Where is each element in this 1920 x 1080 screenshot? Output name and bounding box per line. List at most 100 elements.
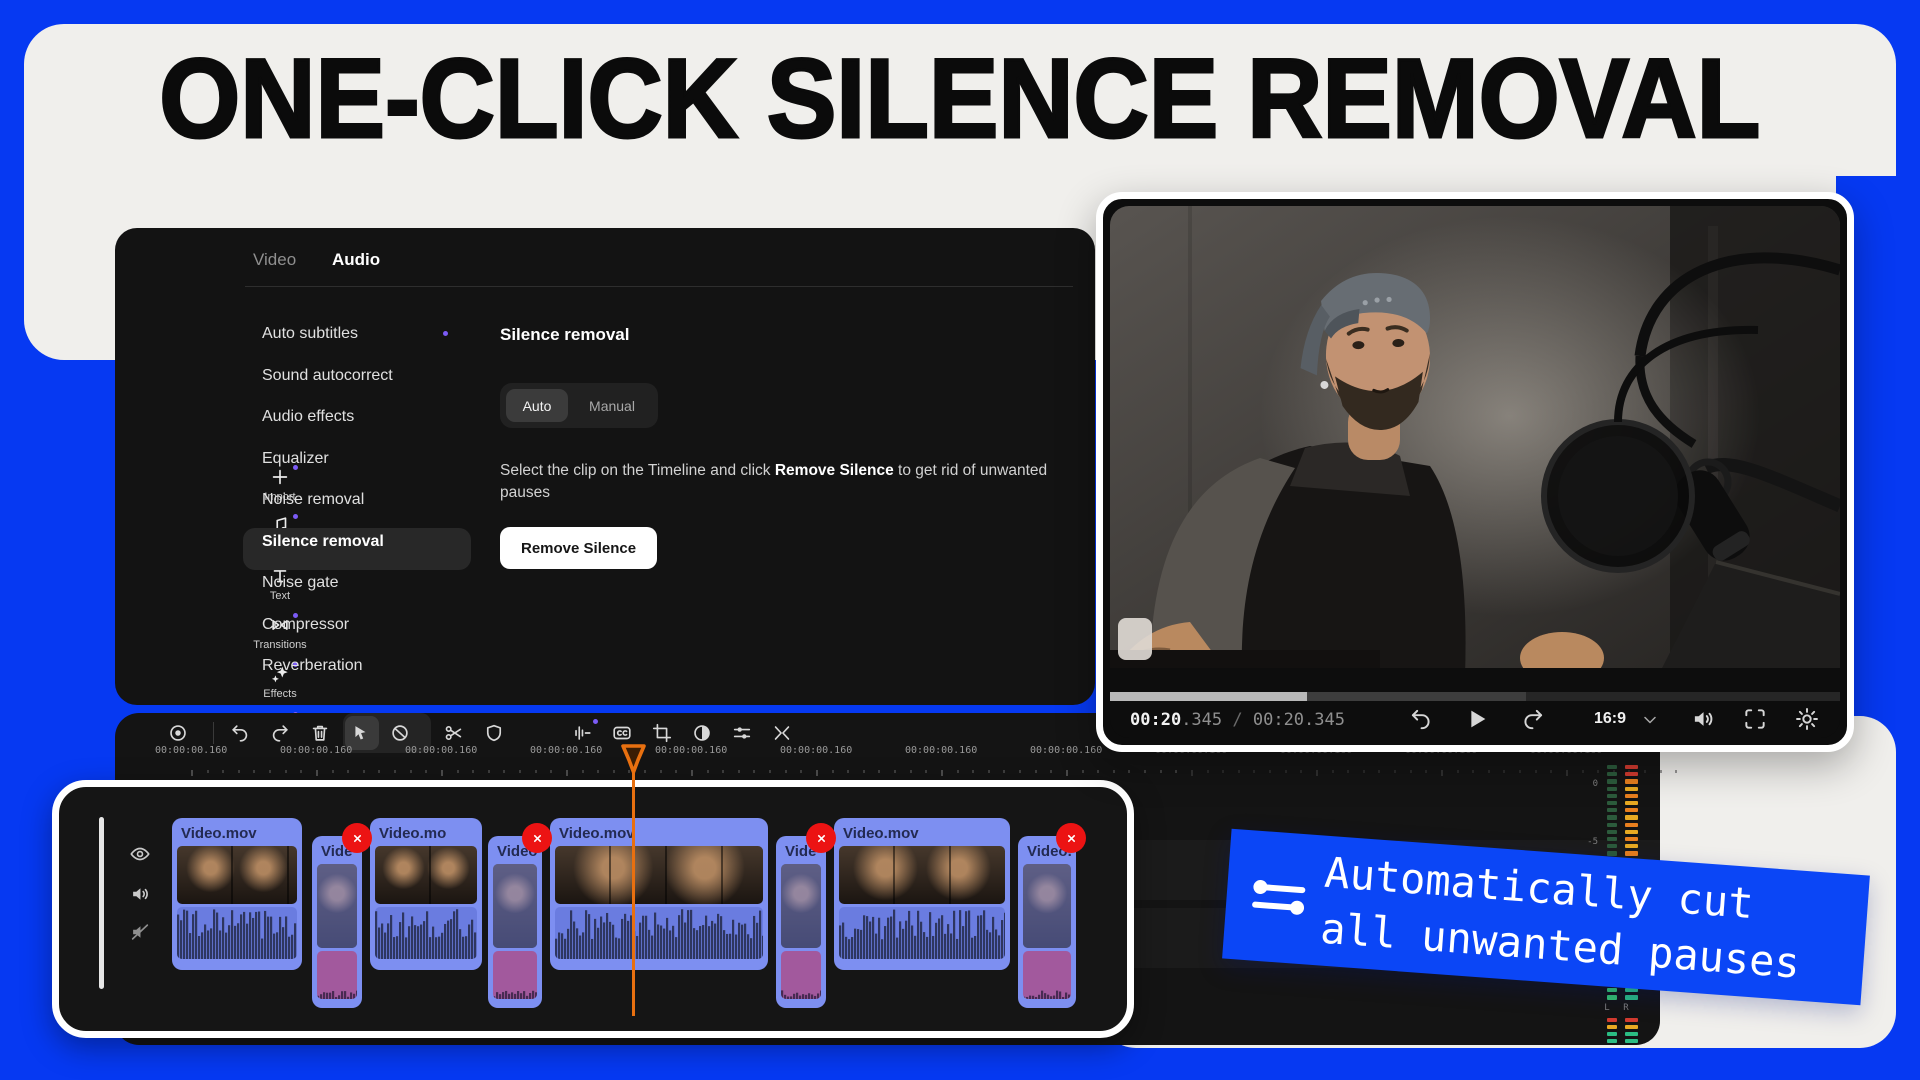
menu-item-noise-gate[interactable]: Noise gate — [262, 574, 339, 592]
ruler-tick — [1550, 770, 1552, 773]
remove-clip-x-button[interactable] — [522, 823, 552, 853]
meter-segment-right — [1625, 823, 1638, 827]
timeline-clip-speech[interactable]: Video.mo — [370, 818, 482, 970]
ruler-tick — [769, 770, 771, 773]
silence-waveform-icon[interactable] — [571, 722, 593, 744]
ruler-tick — [1160, 770, 1162, 773]
tabs-divider — [245, 286, 1073, 287]
ruler-tick — [269, 770, 271, 773]
remove-silence-button[interactable]: Remove Silence — [500, 527, 657, 569]
new-feature-dot — [293, 514, 298, 519]
trash-icon[interactable] — [309, 722, 331, 744]
timeline-clip-silence[interactable]: Video. — [1018, 836, 1076, 1008]
video-frame-podcaster[interactable] — [1110, 206, 1840, 676]
contrast-icon[interactable] — [691, 722, 713, 744]
crop-icon[interactable] — [651, 722, 673, 744]
track-handle-bar[interactable] — [99, 817, 104, 989]
meter-segment-left — [1607, 851, 1617, 855]
ruler-tick — [988, 770, 990, 773]
captions-icon[interactable] — [611, 722, 633, 744]
volume-icon[interactable] — [129, 883, 151, 905]
redo-icon[interactable] — [269, 722, 291, 744]
player-play-icon[interactable] — [1462, 705, 1490, 733]
clip-thumbnail — [375, 846, 477, 904]
scissors-icon[interactable] — [443, 722, 465, 744]
menu-item-audio-effects[interactable]: Audio effects — [262, 408, 354, 426]
chevron-down-icon[interactable] — [1640, 710, 1660, 730]
page: { "page": { "heading": "ONE-CLICK SILENC… — [0, 0, 1920, 1080]
ruler-tick — [1519, 770, 1521, 773]
ruler-tick — [1238, 770, 1240, 773]
menu-item-auto-subtitles[interactable]: Auto subtitles — [262, 325, 358, 343]
ruler-timestamp: 00:00:00.160 — [905, 745, 977, 756]
menu-item-reverberation[interactable]: Reverberation — [262, 657, 363, 675]
player-settings-gear-icon[interactable] — [1794, 706, 1820, 732]
remove-clip-x-button[interactable] — [806, 823, 836, 853]
tab-video[interactable]: Video — [253, 250, 296, 270]
ruler-tick — [1660, 770, 1662, 773]
player-redo-icon[interactable] — [1520, 706, 1546, 732]
playhead-marker[interactable] — [621, 744, 646, 774]
ruler-tick — [378, 770, 380, 773]
ruler-tick — [410, 770, 412, 773]
player-volume-icon[interactable] — [1690, 706, 1716, 732]
shield-icon[interactable] — [483, 722, 505, 744]
clip-waveform — [555, 907, 763, 959]
mode-manual-button[interactable]: Manual — [572, 389, 652, 422]
timeline-clip-speech[interactable]: Video.mov — [834, 818, 1010, 970]
ruler-tick — [800, 770, 802, 773]
split-icon[interactable] — [771, 722, 793, 744]
record-icon[interactable] — [167, 722, 189, 744]
player-undo-icon[interactable] — [1408, 706, 1434, 732]
ruler-tick — [1441, 770, 1443, 776]
player-progress-bar[interactable] — [1110, 692, 1840, 701]
ruler-tick — [925, 770, 927, 773]
meter-segment-left — [1607, 823, 1617, 827]
ruler-tick — [832, 770, 834, 773]
player-controls: 00:20.345 / 00:20.345 16:9 — [1110, 701, 1840, 738]
aspect-ratio-selector[interactable]: 16:9 — [1594, 710, 1626, 728]
remove-clip-x-button[interactable] — [1056, 823, 1086, 853]
player-fullscreen-icon[interactable] — [1742, 706, 1768, 732]
player-timecode: 00:20.345 / 00:20.345 — [1130, 710, 1345, 730]
menu-item-equalizer[interactable]: Equalizer — [262, 450, 329, 468]
timeline-clip-silence[interactable]: Vide — [776, 836, 826, 1008]
remove-clip-x-button[interactable] — [342, 823, 372, 853]
menu-item-silence-removal[interactable]: Silence removal — [262, 533, 384, 551]
ruler-tick — [503, 770, 505, 773]
sliders-icon[interactable] — [731, 722, 753, 744]
playhead-line[interactable] — [632, 772, 635, 1016]
meter-segment-left — [1607, 815, 1617, 819]
timeline-clip-speech[interactable]: Video.mov — [550, 818, 768, 970]
ruler-tick — [1394, 770, 1396, 773]
mute-icon[interactable] — [129, 921, 151, 943]
meter-segment-right — [1625, 837, 1638, 841]
sliders-icon — [1251, 872, 1306, 924]
timeline-clip-silence[interactable]: Video. — [488, 836, 542, 1008]
timeline-clip-silence[interactable]: Vide — [312, 836, 362, 1008]
clip-title: Video.mov — [839, 823, 1005, 846]
visibility-eye-icon[interactable] — [129, 843, 151, 865]
page-title: ONE-CLICK SILENCE REMOVAL — [159, 43, 1760, 155]
ruler-tick — [1191, 770, 1193, 776]
menu-item-noise-removal[interactable]: Noise removal — [262, 491, 364, 509]
ruler-tick — [441, 770, 443, 776]
ruler-tick — [582, 770, 584, 773]
meter-segment-right — [1625, 808, 1638, 812]
editor-panel: ImportAudioTextTransitionsEffectsElement… — [115, 228, 1095, 705]
ruler-timestamp: 00:00:00.160 — [405, 745, 477, 756]
menu-item-compressor[interactable]: Compressor — [262, 616, 349, 634]
toolbar-divider — [213, 722, 214, 744]
ruler-tick — [222, 770, 224, 773]
ban-icon[interactable] — [389, 722, 411, 744]
ruler-tick — [1332, 770, 1334, 773]
tab-audio[interactable]: Audio — [332, 250, 380, 270]
ruler-tick — [1035, 770, 1037, 773]
cursor-icon[interactable] — [349, 722, 371, 744]
undo-icon[interactable] — [229, 722, 251, 744]
ruler-tick — [1269, 770, 1271, 773]
menu-item-sound-autocorrect[interactable]: Sound autocorrect — [262, 367, 393, 385]
timeline-clip-speech[interactable]: Video.mov — [172, 818, 302, 970]
mode-auto-button[interactable]: Auto — [506, 389, 568, 422]
ruler-tick — [1003, 770, 1005, 773]
